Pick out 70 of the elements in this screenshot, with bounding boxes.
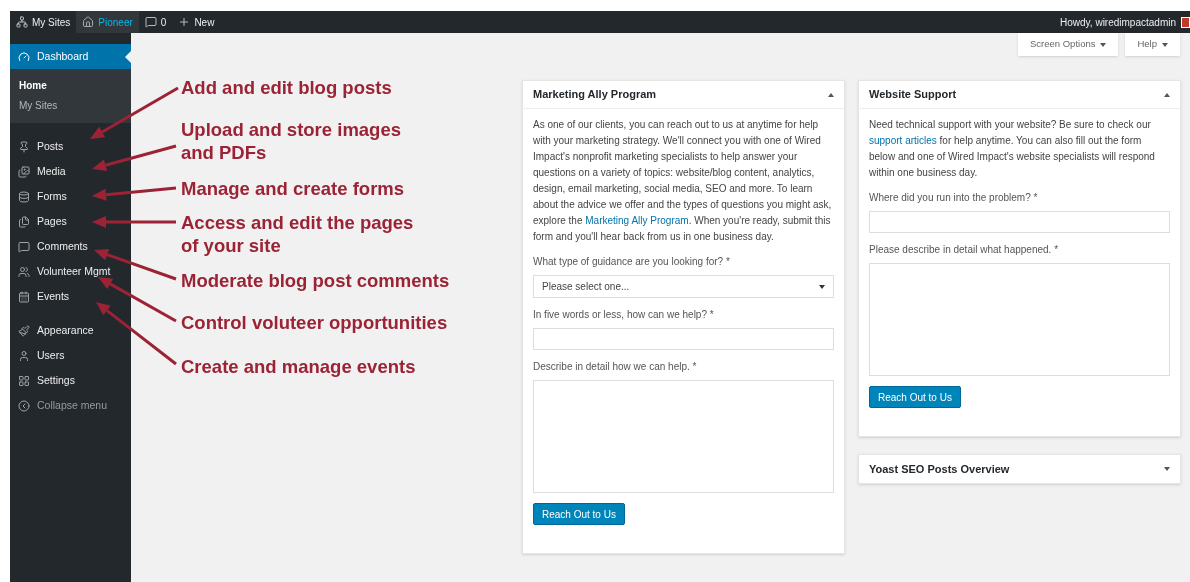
text-link[interactable]: support articles [869,135,937,146]
widget-description: As one of our clients, you can reach out to us at anytime for help with your marketing strategy. We'll connect you with one of Wired Impact's nonprofit marketing specialists to help answer your questions on a variety of topics: website/blog content, analytics, design, email marketing, social media, SEO and more. To learn about the advice we offer and the types of questions you might ask, explore the Marketing Ally Program. When you're ready, submit this form and you'll hear back from us in one business day. [533,118,833,244]
field-label: Please describe in detail what happened. * [869,243,1060,257]
people-icon [18,265,30,278]
field-label: Where did you run into the problem? * [869,191,1039,205]
admin-bar-item[interactable]: Pioneer [76,11,139,33]
textarea-field[interactable] [533,380,834,493]
avatar-icon[interactable] [1181,16,1190,28]
caret-icon [1100,42,1107,47]
widget-title: Website Support [869,87,957,103]
sidebar-item[interactable]: Collapse menu [10,393,131,418]
submit-button[interactable]: Reach Out to Us [869,386,961,408]
collapse-toggle-icon[interactable] [828,92,834,97]
speech-bubble-icon [144,16,157,28]
field-label: What type of guidance are you looking for? * [533,255,731,269]
text-link[interactable]: Marketing Ally Program [585,215,689,226]
sidebar-item[interactable]: Dashboard [10,44,131,69]
guidance-select[interactable]: Please select one... [533,275,834,298]
greeting-link[interactable]: Howdy, wiredimpactadmin [1060,14,1176,30]
plus-icon [178,16,191,28]
submenu-item[interactable]: My Sites [10,96,131,116]
network-icon [16,16,28,28]
screen-meta-button[interactable]: Help [1125,33,1180,56]
calendar-icon [18,290,30,303]
field-label: Describe in detail how we can help. * [533,360,698,374]
text-field[interactable] [533,328,834,350]
annotation-label: Create and manage events [181,355,416,378]
speech-bubble-icon [18,240,30,253]
sidebar-item[interactable]: Comments [10,234,131,259]
expand-toggle-icon[interactable] [1164,467,1170,471]
sidebar-item[interactable]: Users [10,343,131,368]
user-icon [18,349,30,362]
settings-icon [18,374,30,387]
home-icon [82,16,95,28]
widget-title: Yoast SEO Posts Overview [869,461,1010,477]
sidebar-item[interactable]: Pages [10,209,131,234]
sidebar-item[interactable]: Media [10,159,131,184]
caret-icon [819,284,825,289]
collapse-icon [18,399,30,412]
pin-icon [18,140,30,153]
submenu-item[interactable]: Home [10,76,131,96]
widget-description: Need technical support with your website? Be sure to check our support articles for help anytime. You can also fill out the form below and one of Wired Impact's website specialists will respond within one business day. [869,118,1156,180]
annotation-label: Upload and store images and PDFs [181,118,401,164]
annotation-label: Add and edit blog posts [181,76,392,99]
admin-bar-item[interactable]: My Sites [10,11,77,33]
sidebar-item[interactable]: Posts [10,134,131,159]
submit-button[interactable]: Reach Out to Us [533,503,625,525]
sidebar-item[interactable]: Volunteer Mgmt [10,259,131,284]
paintbrush-icon [18,324,30,337]
annotation-label: Control voluteer opportunities [181,311,448,334]
admin-bar-item[interactable]: New [172,11,221,33]
admin-bar-item[interactable]: 0 [138,11,173,33]
sidebar-item[interactable]: Settings [10,368,131,393]
caret-icon [1162,42,1168,47]
annotation-label: Manage and create forms [181,177,405,200]
field-label: In five words or less, how can we help? * [533,308,715,322]
sidebar-item[interactable]: Appearance [10,318,131,343]
annotation-label: Access and edit the pages of your site [181,211,414,257]
screen-meta-button[interactable]: Screen Options [1017,33,1119,56]
collapse-toggle-icon[interactable] [1164,92,1170,97]
dashboard-icon [18,50,30,63]
annotation-label: Moderate blog post comments [181,269,450,292]
widget-title: Marketing Ally Program [533,87,657,103]
text-field[interactable] [869,211,1170,233]
sidebar-item[interactable]: Events [10,284,131,309]
images-icon [18,165,30,178]
pages-icon [18,215,30,228]
stack-icon [18,190,30,203]
textarea-field[interactable] [869,263,1170,376]
sidebar-item[interactable]: Forms [10,184,131,209]
